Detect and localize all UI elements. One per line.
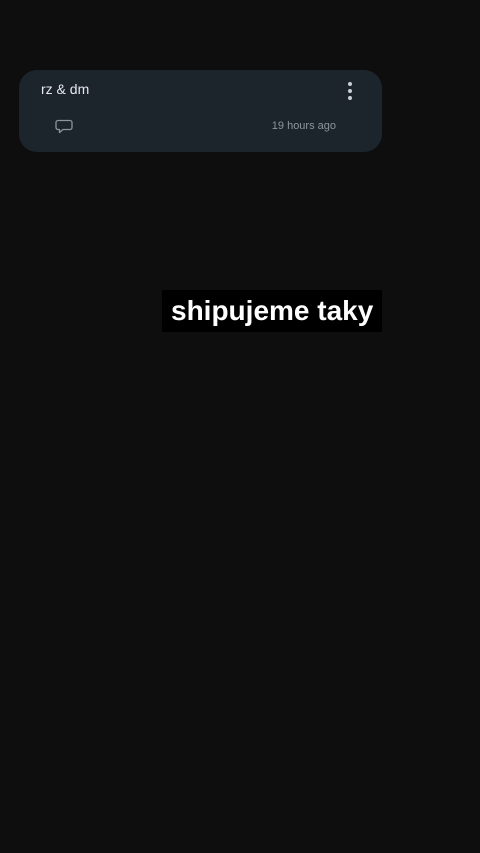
more-vert-icon[interactable] [338,80,362,102]
screen: rz & dm 19 hours ago shipujeme taky [0,0,480,853]
comment-icon[interactable] [55,118,73,134]
note-card[interactable]: rz & dm 19 hours ago [19,70,382,152]
menu-dot [348,89,352,93]
menu-dot [348,96,352,100]
menu-dot [348,82,352,86]
caption-text: shipujeme taky [162,290,383,332]
note-timestamp: 19 hours ago [271,120,336,132]
note-title: rz & dm [41,81,90,97]
